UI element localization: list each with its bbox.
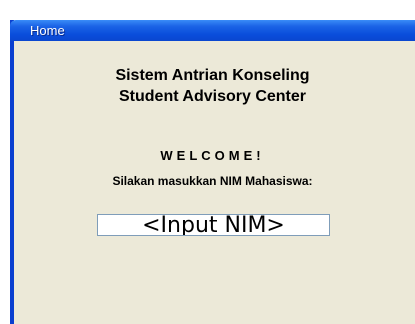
- title-bar[interactable]: Home: [10, 20, 415, 41]
- app-heading-line1: Sistem Antrian Konseling: [115, 67, 310, 84]
- nim-input[interactable]: [97, 214, 330, 236]
- app-heading-line2: Student Advisory Center: [119, 88, 306, 105]
- welcome-text: WELCOME!: [160, 148, 265, 163]
- window-title: Home: [30, 23, 65, 38]
- nim-prompt-label: Silakan masukkan NIM Mahasiswa:: [112, 174, 313, 188]
